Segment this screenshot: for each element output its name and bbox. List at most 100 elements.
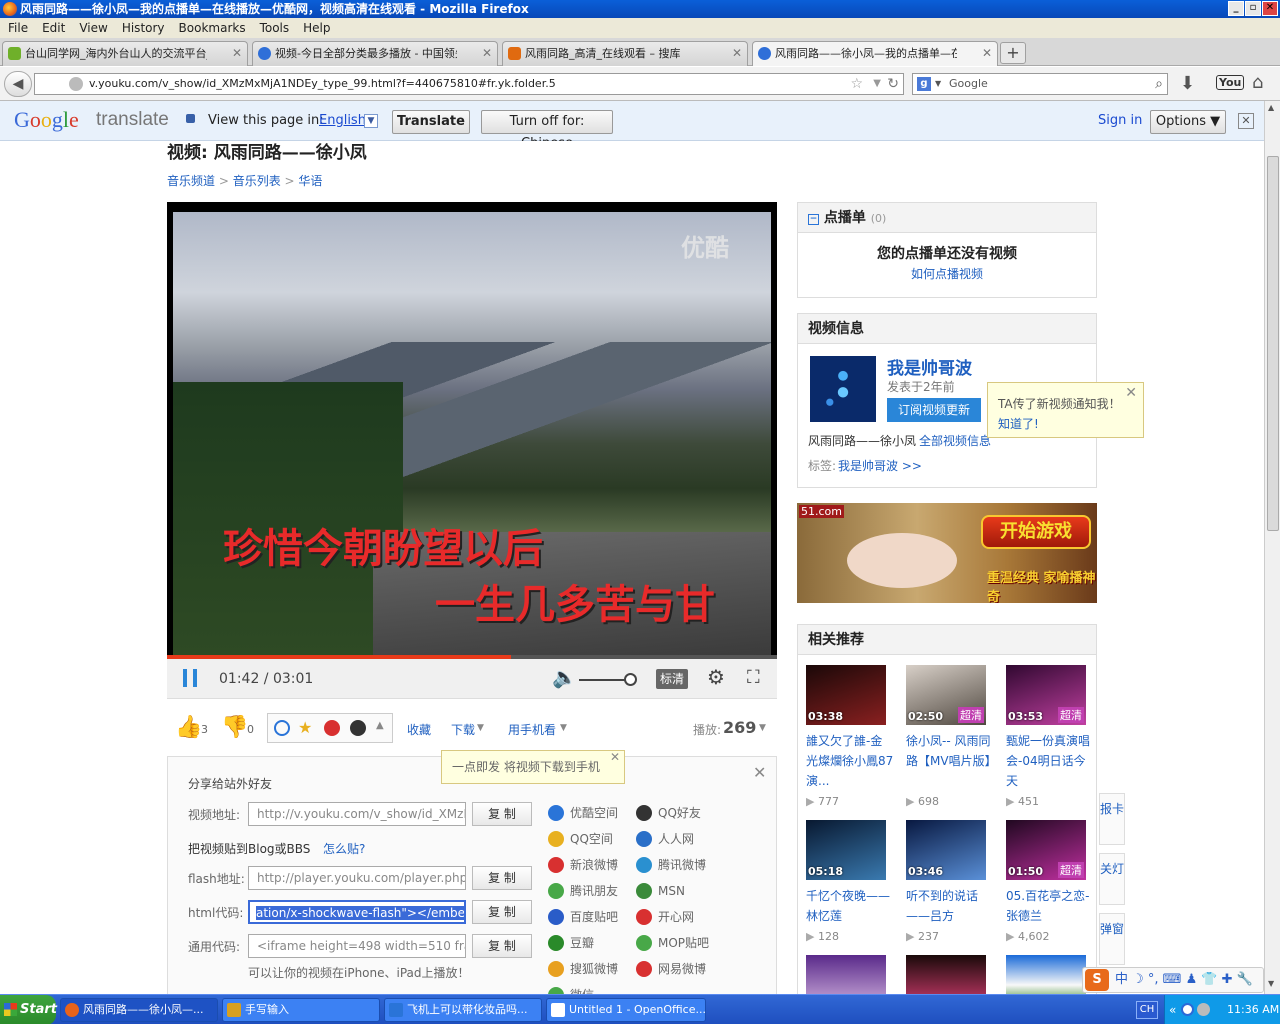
favorite-link[interactable]: 收藏 — [407, 721, 431, 738]
mobile-dropdown-icon[interactable]: ▼ — [560, 723, 567, 733]
weibo-share-icon[interactable] — [324, 720, 340, 736]
share-site-link[interactable]: 微信 — [548, 986, 594, 994]
collapse-icon[interactable]: ▲ — [376, 720, 384, 731]
thumbs-up-icon[interactable]: 👍 — [175, 715, 202, 740]
generic-code-field[interactable]: <iframe height=498 width=510 frame — [248, 934, 466, 958]
back-button[interactable]: ◀ — [4, 71, 32, 97]
sign-in-link[interactable]: Sign in — [1098, 113, 1142, 128]
youtube-icon[interactable]: You — [1216, 75, 1245, 90]
related-thumbnail[interactable]: 02:50 超清 — [906, 665, 986, 725]
plays-dropdown-icon[interactable]: ▼ — [759, 723, 766, 733]
share-site-link[interactable]: 网易微博 — [636, 960, 706, 978]
uploader-name[interactable]: 我是帅哥波 — [887, 354, 972, 379]
tab-close-icon[interactable]: ✕ — [982, 42, 992, 65]
copy-flash-button[interactable]: 复 制 — [472, 866, 532, 890]
howto-link[interactable]: 怎么贴? — [323, 840, 365, 857]
dropdown-icon[interactable]: ▼ — [873, 74, 881, 94]
related-thumbnail[interactable] — [906, 955, 986, 994]
tab-close-icon[interactable]: ✕ — [232, 42, 242, 65]
tag-link[interactable]: 我是帅哥波 >> — [838, 457, 922, 474]
tray-icon[interactable] — [1197, 1003, 1210, 1016]
language-dropdown-icon[interactable]: ▼ — [364, 114, 378, 128]
engine-dropdown-icon[interactable]: ▼ — [935, 74, 941, 94]
share-site-link[interactable]: 开心网 — [636, 908, 694, 926]
options-button[interactable]: Options ▼ — [1150, 110, 1226, 134]
tab-current[interactable]: 风雨同路——徐小凤—我的点播单—在线... ✕ — [752, 41, 998, 66]
lights-off-button[interactable]: 关灯 — [1099, 853, 1125, 905]
thumbs-down-icon[interactable]: 👎 — [221, 715, 248, 740]
video-player[interactable]: 优酷 珍惜今朝盼望以后 一生几多苦与甘 — [167, 202, 777, 658]
related-thumbnail[interactable]: 03:46 — [906, 820, 986, 880]
taskbar-openoffice[interactable]: Untitled 1 - OpenOffice.... — [546, 998, 706, 1022]
tab-close-icon[interactable]: ✕ — [482, 42, 492, 65]
taskbar-firefox[interactable]: 风雨同路——徐小凤—... — [60, 998, 218, 1022]
related-title[interactable]: 千忆个夜晚——林忆莲 — [806, 886, 894, 926]
html-code-field[interactable]: ation/x-shockwave-flash"></embed> — [248, 900, 466, 924]
related-thumbnail[interactable]: 03:53 超清 — [1006, 665, 1086, 725]
download-dropdown-icon[interactable]: ▼ — [477, 723, 484, 733]
menu-file[interactable]: File — [8, 21, 28, 35]
related-title[interactable]: 誰又欠了誰-金光燦爛徐小鳳87演... — [806, 731, 894, 791]
taskbar-document[interactable]: 飞机上可以带化妆品吗... — [384, 998, 542, 1022]
share-site-link[interactable]: 腾讯微博 — [636, 856, 706, 874]
tray-icon[interactable] — [1181, 1003, 1194, 1016]
pause-button[interactable] — [183, 669, 197, 687]
breadcrumb-chinese[interactable]: 华语 — [298, 174, 322, 188]
tab-youku-list[interactable]: 视频-今日全部分类最多播放 - 中国领先... ✕ — [252, 41, 498, 66]
language-indicator[interactable]: CH — [1136, 1001, 1158, 1019]
share-site-link[interactable]: MSN — [636, 882, 685, 900]
scroll-down-icon[interactable]: ▼ — [1268, 979, 1274, 988]
related-thumbnail[interactable]: 03:38 — [806, 665, 886, 725]
ad-start-button[interactable]: 开始游戏 — [981, 515, 1091, 549]
search-input[interactable]: g ▼ Google ⌕ — [912, 73, 1168, 95]
start-button[interactable]: Start — [0, 995, 57, 1024]
share-site-link[interactable]: QQ空间 — [548, 830, 613, 848]
related-thumbnail[interactable]: 01:50 超清 — [1006, 820, 1086, 880]
related-title[interactable]: 甄妮一份真演唱会-04明日话今天 — [1006, 731, 1094, 791]
report-button[interactable]: 报卡 — [1099, 793, 1125, 845]
menu-tools[interactable]: Tools — [260, 21, 290, 35]
turn-off-button[interactable]: Turn off for: Chinese — [481, 110, 613, 151]
scrollbar-thumb[interactable] — [1267, 156, 1279, 531]
share-site-link[interactable]: MOP贴吧 — [636, 934, 709, 952]
qzone-share-icon[interactable]: ★ — [298, 718, 312, 737]
related-title[interactable]: 听不到的说话——吕方 — [906, 886, 994, 926]
restore-button[interactable]: ▫ — [1245, 1, 1261, 16]
share-site-link[interactable]: QQ好友 — [636, 804, 701, 822]
tab-close-icon[interactable]: ✕ — [732, 42, 742, 65]
related-title[interactable]: 05.百花亭之恋-张德兰 — [1006, 886, 1094, 926]
google-search-icon[interactable]: g — [917, 77, 931, 91]
volume-icon[interactable]: 🔈 — [552, 665, 577, 689]
magnifier-icon[interactable]: ⌕ — [1155, 74, 1163, 94]
related-thumbnail[interactable]: 05:18 — [806, 820, 886, 880]
subscribe-button[interactable]: 订阅视频更新 — [887, 398, 981, 422]
url-bar[interactable]: v.youku.com/v_show/id_XMzMxMjA1NDEy_type… — [34, 73, 904, 95]
home-icon[interactable]: ⌂ — [1252, 72, 1263, 93]
share-site-link[interactable]: 优酷空间 — [548, 804, 618, 822]
breadcrumb-music[interactable]: 音乐频道 — [167, 174, 215, 188]
all-info-link[interactable]: 全部视频信息 — [919, 432, 991, 449]
video-url-field[interactable]: http://v.youku.com/v_show/id_XMzMxM — [248, 802, 466, 826]
related-thumbnail[interactable] — [1006, 955, 1086, 994]
volume-knob[interactable] — [624, 673, 637, 686]
flash-field[interactable]: http://player.youku.com/player.php/sid — [248, 866, 466, 890]
tab-soku[interactable]: 风雨同路_高清_在线观看 – 搜库 ✕ — [502, 41, 748, 66]
sogou-icon[interactable]: S — [1085, 969, 1109, 991]
close-tooltip-icon[interactable]: ✕ — [1125, 385, 1137, 401]
site-identity-icon[interactable] — [69, 77, 83, 91]
share-site-link[interactable]: 人人网 — [636, 830, 694, 848]
menu-edit[interactable]: Edit — [42, 21, 65, 35]
reload-icon[interactable]: ↻ — [887, 74, 899, 94]
close-translate-icon[interactable]: ✕ — [1238, 113, 1254, 129]
vertical-scrollbar[interactable]: ▲ ▼ — [1264, 101, 1280, 994]
share-site-link[interactable]: 新浪微博 — [548, 856, 618, 874]
tray-expand-icon[interactable]: « — [1169, 995, 1176, 1024]
tab-taishan[interactable]: 台山同学网_海内外台山人的交流平台_... ✕ — [2, 41, 248, 66]
menu-history[interactable]: History — [122, 21, 165, 35]
download-icon[interactable]: ⬇ — [1180, 73, 1195, 94]
copy-html-button[interactable]: 复 制 — [472, 900, 532, 924]
related-thumbnail[interactable] — [806, 955, 886, 994]
breadcrumb-music-list[interactable]: 音乐列表 — [233, 174, 281, 188]
close-window-button[interactable]: ✕ — [1262, 1, 1278, 16]
quality-button[interactable]: 标清 — [656, 669, 688, 689]
